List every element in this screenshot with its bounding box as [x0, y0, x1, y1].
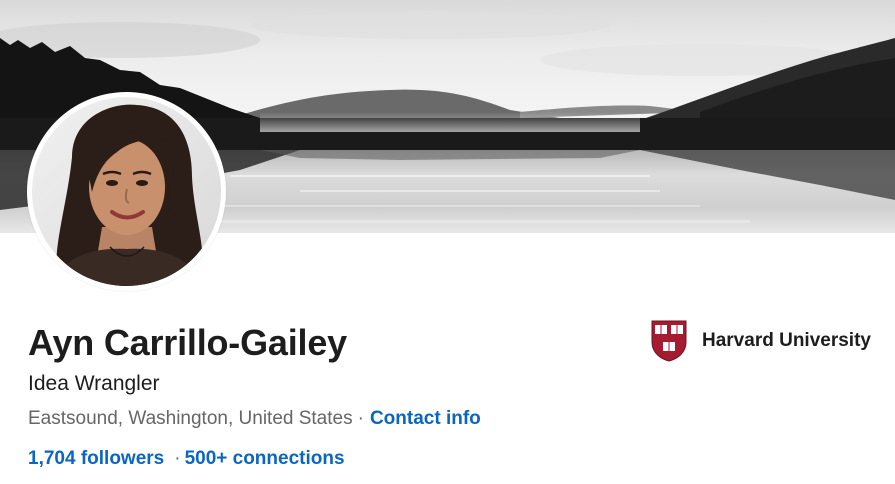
profile-portrait-image: [32, 97, 221, 286]
profile-name: Ayn Carrillo-Gailey: [28, 322, 347, 363]
stats-separator: ·: [174, 448, 181, 469]
contact-info-link[interactable]: Contact info: [370, 408, 481, 429]
followers-link[interactable]: 1,704 followers: [28, 448, 164, 469]
profile-headline: Idea Wrangler: [28, 372, 160, 395]
location-row: Eastsound, Washington, United States · Con…: [28, 406, 481, 432]
education-school-link[interactable]: Harvard University: [651, 320, 871, 362]
location-separator: ·: [357, 408, 364, 429]
connections-link[interactable]: 500+ connections: [185, 448, 345, 469]
school-name: Harvard University: [702, 330, 871, 351]
profile-top-card: Ayn Carrillo-Gailey Idea Wrangler Eastso…: [0, 0, 895, 484]
network-stats-row: 1,704 followers · 500+ connections: [28, 446, 345, 472]
profile-photo[interactable]: [27, 92, 226, 291]
profile-location: Eastsound, Washington, United States: [28, 408, 353, 429]
harvard-shield-icon: [651, 320, 687, 362]
